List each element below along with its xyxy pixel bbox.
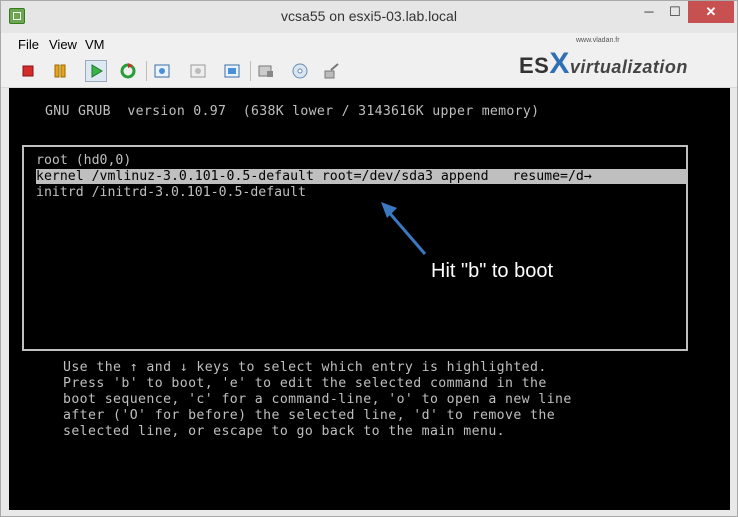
- grub-header: GNU GRUB version 0.97 (638K lower / 3143…: [45, 104, 540, 119]
- grub-entry-root[interactable]: root (hd0,0): [36, 153, 686, 168]
- menu-file[interactable]: File: [18, 37, 39, 52]
- logo-prefix: ES: [519, 53, 550, 78]
- window-title: vcsa55 on esxi5-03.lab.local: [281, 8, 457, 24]
- pause-icon[interactable]: [49, 60, 71, 82]
- logo-x: X: [549, 47, 570, 80]
- help-line: Use the ↑ and ↓ keys to select which ent…: [63, 360, 547, 375]
- esx-virtualization-logo: ESXvirtualization: [519, 47, 688, 81]
- help-line: selected line, or escape to go back to t…: [63, 424, 505, 439]
- boot-hint-annotation: Hit "b" to boot: [431, 260, 554, 282]
- cd-dvd-icon[interactable]: [289, 60, 311, 82]
- toolbar-separator: [146, 61, 147, 81]
- revert-snapshot-icon[interactable]: [187, 60, 209, 82]
- title-bar[interactable]: vcsa55 on esxi5-03.lab.local ─ ☐ ✕: [1, 1, 737, 33]
- grub-menu-box: root (hd0,0) kernel /vmlinuz-3.0.101-0.5…: [22, 145, 688, 351]
- manage-snapshots-icon[interactable]: [221, 60, 243, 82]
- menu-view[interactable]: View: [49, 37, 77, 52]
- minimize-button[interactable]: ─: [636, 1, 662, 23]
- stop-icon[interactable]: [17, 60, 39, 82]
- toolbar-separator: [250, 61, 251, 81]
- help-line: boot sequence, 'c' for a command-line, '…: [63, 392, 572, 407]
- console-settings-icon[interactable]: [255, 60, 277, 82]
- logo-suffix: virtualization: [569, 57, 688, 77]
- close-button[interactable]: ✕: [688, 1, 734, 23]
- grub-entry-initrd[interactable]: initrd /initrd-3.0.101-0.5-default: [36, 185, 686, 200]
- help-line: Press 'b' to boot, 'e' to edit the selec…: [63, 376, 547, 391]
- grub-help-text: Use the ↑ and ↓ keys to select which ent…: [63, 360, 572, 440]
- logo-url: www.vladan.fr: [576, 37, 620, 44]
- vm-console-screen[interactable]: GNU GRUB version 0.97 (638K lower / 3143…: [9, 88, 730, 510]
- network-icon[interactable]: [321, 60, 343, 82]
- menu-vm[interactable]: VM: [85, 37, 105, 52]
- vm-console-window: vcsa55 on esxi5-03.lab.local ─ ☐ ✕ File …: [0, 0, 738, 517]
- annotation-arrow: [381, 202, 427, 255]
- maximize-button[interactable]: ☐: [662, 1, 688, 23]
- snapshot-icon[interactable]: [151, 60, 173, 82]
- grub-entry-kernel-selected[interactable]: kernel /vmlinuz-3.0.101-0.5-default root…: [36, 169, 686, 184]
- help-line: after ('O' for before) the selected line…: [63, 408, 556, 423]
- reset-icon[interactable]: [117, 60, 139, 82]
- play-icon[interactable]: [85, 60, 107, 82]
